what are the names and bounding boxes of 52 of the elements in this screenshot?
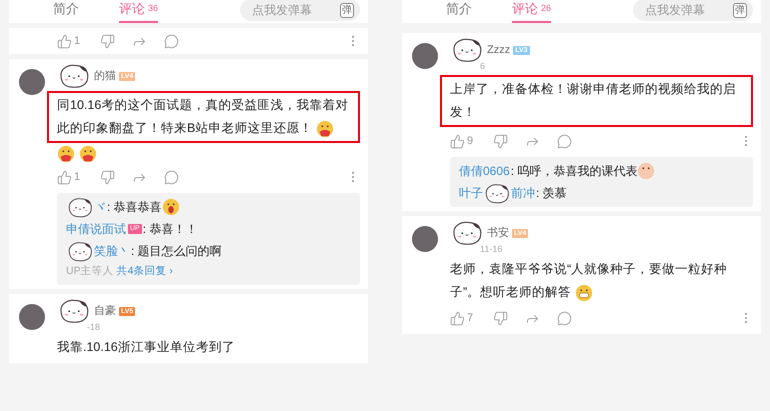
comment-date: 11-16 [480, 244, 504, 254]
reply-summary: UP主等人 [66, 264, 114, 280]
reply-username[interactable]: 前冲 [511, 184, 535, 202]
like-count: 7 [467, 310, 474, 326]
dislike-icon[interactable] [493, 134, 508, 148]
tab[interactable]: 简介 [446, 0, 472, 23]
comment-text: 我靠.10.16浙江事业单位考到了 [57, 339, 236, 356]
username[interactable]: 书安 [487, 224, 509, 242]
avatar[interactable] [19, 304, 45, 330]
dislike-icon[interactable] [100, 170, 115, 184]
comment-icon[interactable] [557, 310, 572, 326]
username[interactable]: 的猫 [94, 68, 116, 84]
dislike-icon[interactable] [493, 310, 508, 326]
danmaku-button[interactable]: 弹 [733, 2, 747, 18]
comment-text: 同10.16考的这个面试题，真的受益匪浅，我靠着对此的印象翻盘了！特来B站申老师这里还愿！ [57, 94, 350, 140]
reply-text: : 羡慕 [536, 185, 567, 202]
reply-text: : 题目怎么问的啊 [131, 243, 222, 260]
like-icon[interactable] [450, 310, 465, 326]
comment-text: 上岸了，准备体检！谢谢申倩老师的视频给我的启发！ [450, 81, 737, 121]
reply-username[interactable]: 笑脸丶 [94, 242, 130, 260]
reply-text: : 呜呼，恭喜我的课代表 [510, 163, 638, 180]
dislike-icon[interactable] [100, 34, 115, 48]
like-icon[interactable] [57, 34, 72, 48]
danmaku-field[interactable]: 点我发弹幕 弹 [633, 0, 753, 21]
avatar[interactable] [412, 43, 438, 69]
comment-date: -18 [87, 322, 102, 332]
reply-text: : 恭喜恭喜 [107, 199, 162, 216]
username[interactable]: Zzzz [487, 42, 510, 58]
danmaku-button[interactable]: 弹 [340, 2, 354, 18]
danmaku-field[interactable]: 点我发弹幕 弹 [240, 0, 360, 21]
like-count: 1 [74, 34, 82, 49]
tab[interactable]: 简介 [53, 0, 79, 23]
comment-date: 6 [480, 61, 486, 71]
reply-text: : 恭喜！！ [142, 221, 198, 238]
reply-username[interactable]: 叶子 [459, 184, 483, 202]
username[interactable]: 自豪 [94, 302, 116, 320]
like-count: 1 [74, 170, 82, 185]
comment-text: 老师，袁隆平爷爷说“人就像种子，要做一粒好种子”。想听老师的解答 [450, 258, 753, 304]
comment-icon[interactable] [557, 134, 572, 148]
comment-icon[interactable] [164, 170, 179, 184]
like-icon[interactable] [57, 170, 72, 184]
reply-username[interactable]: 申倩说面试 [66, 220, 126, 238]
avatar[interactable] [19, 69, 45, 95]
like-count: 9 [467, 134, 474, 149]
tab[interactable]: 评论 26 [512, 0, 552, 23]
comment-icon[interactable] [164, 34, 179, 48]
like-icon[interactable] [450, 134, 465, 148]
view-replies-link[interactable]: 共4条回复 › [116, 264, 173, 280]
reply-username[interactable]: ヾ [94, 198, 106, 216]
reply-username[interactable]: 倩倩0606 [459, 162, 510, 180]
tab[interactable]: 评论 36 [119, 0, 158, 23]
avatar[interactable] [412, 226, 438, 252]
